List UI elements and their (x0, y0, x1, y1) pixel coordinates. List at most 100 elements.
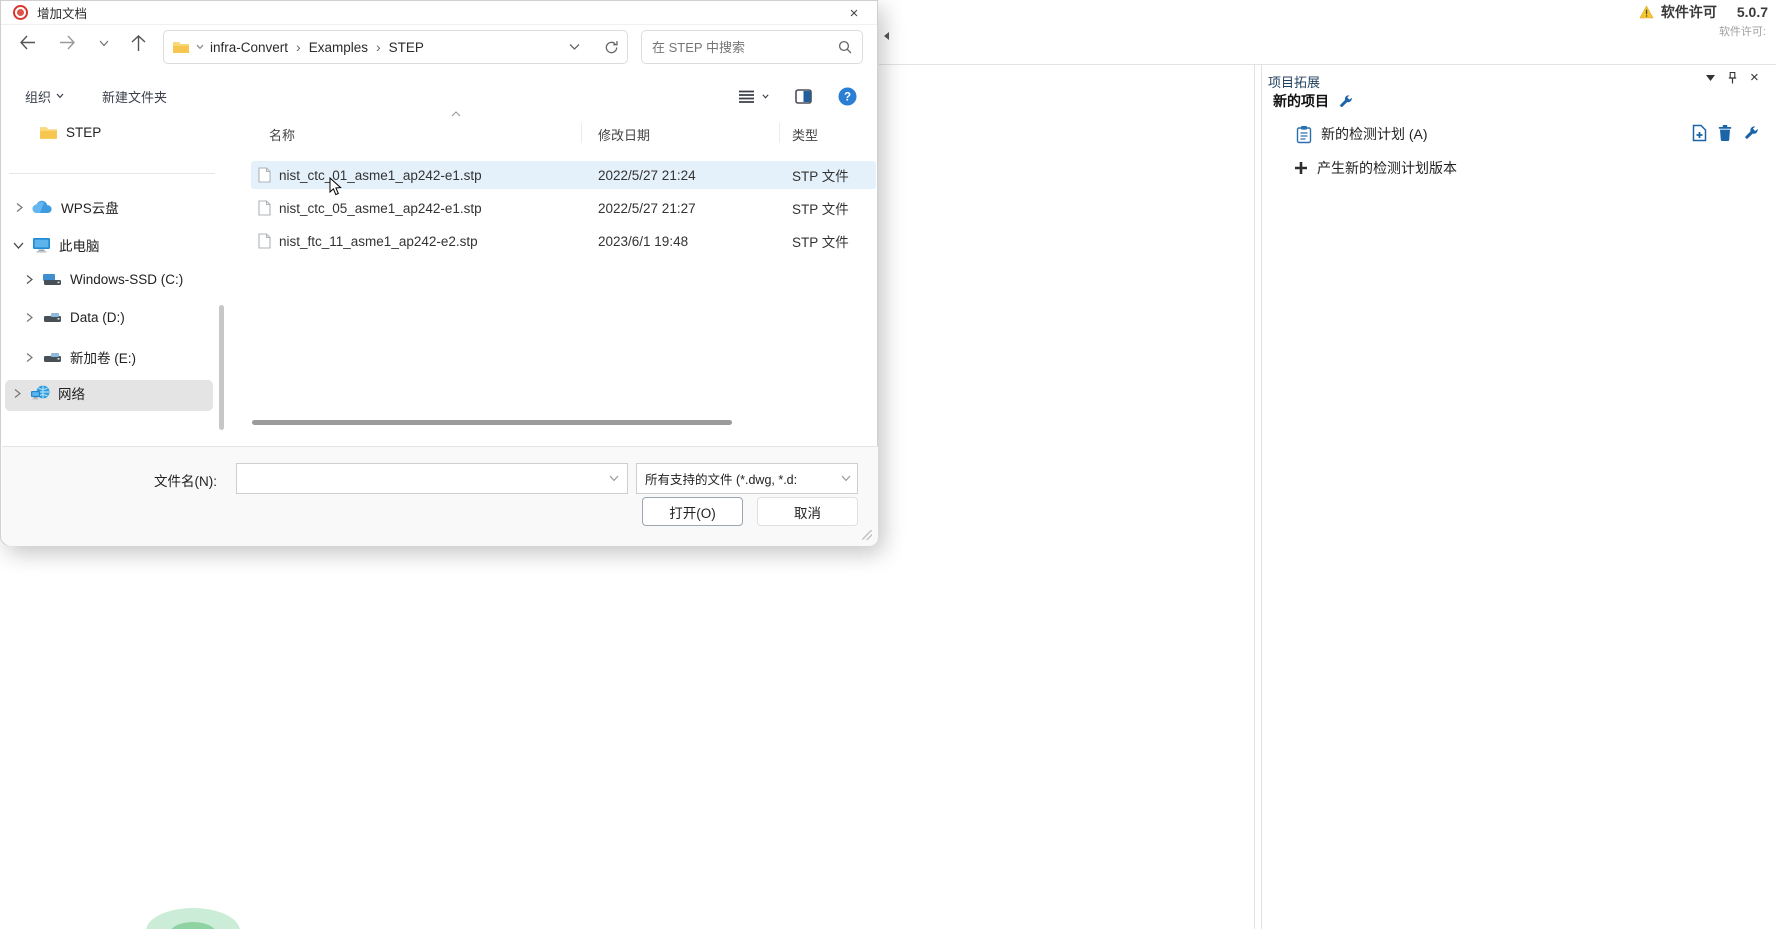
up-icon[interactable] (131, 35, 146, 52)
svg-text:?: ? (844, 91, 851, 103)
new-folder-button[interactable]: 新建文件夹 (102, 87, 167, 106)
add-plan-version-item[interactable]: 产生新的检测计划版本 (1294, 158, 1457, 178)
preview-pane-icon[interactable] (795, 89, 812, 104)
file-date: 2023/6/1 19:48 (598, 234, 688, 249)
plus-icon (1294, 161, 1308, 175)
inspection-plan-item[interactable]: 新的检测计划 (A) (1296, 124, 1428, 144)
sidebar-item-this-pc[interactable]: 此电脑 (13, 235, 100, 255)
column-divider[interactable] (581, 123, 582, 143)
project-title-row: 新的项目 (1273, 91, 1353, 111)
column-divider[interactable] (779, 123, 780, 143)
open-button[interactable]: 打开(O) (642, 497, 743, 526)
app-logo-icon (13, 5, 28, 20)
breadcrumb-separator: › (374, 39, 383, 55)
file-icon (258, 167, 271, 183)
search-input[interactable] (652, 40, 838, 55)
breadcrumb-segment[interactable]: STEP (389, 40, 424, 55)
license-status[interactable]: 软件许可 5.0.7 (1639, 2, 1768, 22)
right-panel-divider[interactable] (1254, 64, 1255, 929)
help-icon[interactable]: ? (838, 87, 857, 106)
organize-menu[interactable]: 组织 (25, 87, 64, 106)
file-icon (258, 200, 271, 216)
recent-locations-chevron-icon[interactable] (99, 40, 109, 47)
sidebar-item-new-volume-e[interactable]: 新加卷 (E:) (25, 347, 136, 367)
panel-close-icon[interactable]: × (1750, 72, 1759, 84)
file-list-header: 名称 修改日期 类型 (251, 121, 876, 147)
version-label: 5.0.7 (1737, 4, 1768, 20)
back-icon[interactable] (19, 35, 36, 50)
folder-icon (172, 40, 190, 54)
add-plan-version-label: 产生新的检测计划版本 (1317, 158, 1457, 178)
sidebar-divider (9, 173, 215, 174)
column-header-date[interactable]: 修改日期 (598, 125, 650, 144)
cancel-button[interactable]: 取消 (757, 497, 858, 526)
new-folder-label: 新建文件夹 (102, 87, 167, 106)
new-document-icon[interactable] (1692, 124, 1707, 142)
filename-input[interactable] (245, 471, 609, 486)
column-header-name[interactable]: 名称 (269, 125, 295, 144)
chevron-down-icon (841, 475, 851, 482)
file-row[interactable]: nist_ctc_05_asme1_ap242-e1.stp 2022/5/27… (251, 194, 876, 222)
folder-icon (39, 125, 58, 140)
search-icon[interactable] (838, 40, 852, 54)
file-list-horizontal-scrollbar[interactable] (252, 420, 732, 425)
chevron-right-icon (15, 202, 24, 213)
filename-combobox[interactable] (236, 463, 628, 494)
warning-icon (1639, 5, 1654, 19)
column-header-type[interactable]: 类型 (792, 125, 818, 144)
chevron-right-icon (25, 352, 34, 363)
computer-icon (32, 237, 51, 253)
breadcrumb-segment[interactable]: infra-Convert (210, 40, 288, 55)
view-mode-menu[interactable] (739, 90, 769, 103)
cloud-icon (32, 200, 53, 214)
forward-icon[interactable] (59, 35, 76, 50)
resize-grip[interactable] (862, 530, 872, 540)
plan-settings-wrench-icon[interactable] (1743, 125, 1759, 141)
navigation-bar: infra-Convert › Examples › STEP (1, 27, 879, 69)
dialog-footer: 文件名(N): 所有支持的文件 (*.dwg, *.d: 打开(O) 取消 (2, 446, 878, 546)
sort-ascending-icon (451, 111, 461, 117)
sidebar-item-data-d[interactable]: Data (D:) (25, 310, 125, 325)
breadcrumb-chevron-icon[interactable] (196, 44, 204, 50)
dialog-titlebar[interactable]: 增加文档 (1, 1, 877, 25)
project-extension-panel-title: 项目拓展 (1268, 72, 1320, 91)
sidebar-item-label: WPS云盘 (61, 197, 119, 217)
organize-label: 组织 (25, 87, 51, 106)
dialog-toolbar: 组织 新建文件夹 ? (1, 79, 879, 113)
project-title: 新的项目 (1273, 91, 1329, 111)
search-field[interactable] (641, 30, 863, 64)
breadcrumb-separator: › (294, 39, 303, 55)
filetype-value: 所有支持的文件 (*.dwg, *.d: (645, 469, 841, 488)
chevron-right-icon (13, 388, 22, 399)
panel-dropdown-icon[interactable] (1706, 75, 1715, 81)
chevron-right-icon (25, 274, 34, 285)
file-type: STP 文件 (792, 198, 849, 218)
refresh-icon[interactable] (604, 40, 619, 55)
breadcrumb-segment[interactable]: Examples (309, 40, 368, 55)
collapse-left-icon[interactable] (882, 31, 890, 41)
breadcrumb[interactable]: infra-Convert › Examples › STEP (163, 30, 628, 64)
file-name: nist_ftc_11_asme1_ap242-e2.stp (279, 234, 478, 249)
panel-header-controls: × (1706, 72, 1759, 84)
sidebar-item-label: Data (D:) (70, 310, 125, 325)
filetype-select[interactable]: 所有支持的文件 (*.dwg, *.d: (636, 463, 858, 494)
sidebar-scrollbar[interactable] (219, 305, 224, 430)
sidebar-item-network[interactable]: 网络 (13, 383, 85, 403)
delete-trash-icon[interactable] (1717, 124, 1733, 142)
drive-icon (42, 351, 62, 364)
pin-icon[interactable] (1728, 72, 1737, 84)
sidebar-item-label: 新加卷 (E:) (70, 347, 136, 367)
chevron-down-icon (609, 475, 619, 482)
file-type: STP 文件 (792, 165, 849, 185)
file-row[interactable]: nist_ftc_11_asme1_ap242-e2.stp 2023/6/1 … (251, 227, 876, 255)
sidebar-item-step[interactable]: STEP (39, 125, 101, 140)
file-date: 2022/5/27 21:24 (598, 168, 696, 183)
file-icon (258, 233, 271, 249)
file-row[interactable]: nist_ctc_01_asme1_ap242-e1.stp 2022/5/27… (251, 161, 876, 189)
project-settings-wrench-icon[interactable] (1338, 94, 1353, 109)
address-dropdown-chevron-icon[interactable] (569, 43, 580, 51)
sidebar-item-windows-ssd-c[interactable]: Windows-SSD (C:) (25, 272, 183, 287)
license-label: 软件许可 (1661, 2, 1717, 22)
dialog-close-button[interactable]: × (829, 1, 879, 25)
sidebar-item-wps-cloud[interactable]: WPS云盘 (15, 197, 119, 217)
